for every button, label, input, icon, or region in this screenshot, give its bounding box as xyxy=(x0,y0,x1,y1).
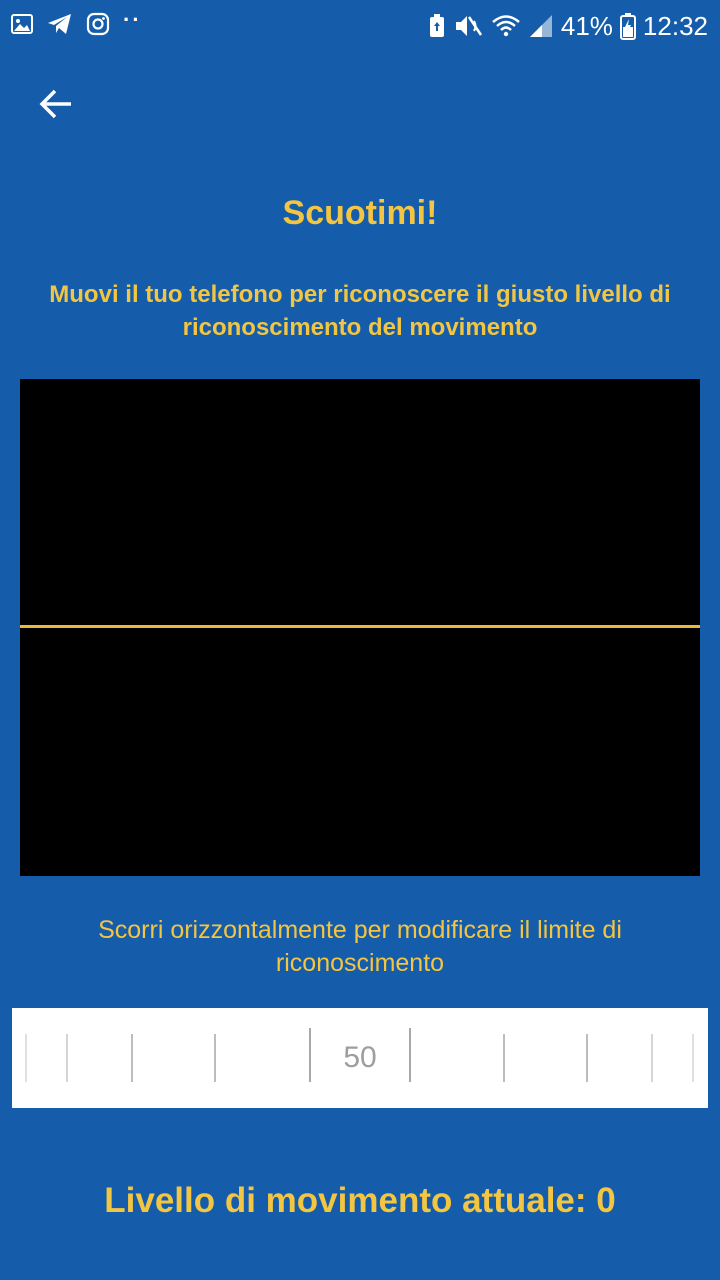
threshold-value: 50 xyxy=(343,1041,377,1074)
current-motion-level: Livello di movimento attuale: 0 xyxy=(104,1181,616,1220)
mute-icon xyxy=(454,13,484,39)
ruler-tick xyxy=(651,1034,653,1082)
ruler-tick xyxy=(692,1034,694,1082)
page-title: Scuotimi! xyxy=(282,194,438,232)
image-icon xyxy=(10,12,34,36)
wifi-icon xyxy=(491,13,521,39)
ruler-tick xyxy=(25,1034,27,1082)
back-button[interactable] xyxy=(30,80,82,132)
signal-icon xyxy=(528,13,554,39)
arrow-left-icon xyxy=(38,86,74,127)
ruler-tick xyxy=(586,1034,588,1082)
motion-graph xyxy=(20,379,700,876)
ruler-tick xyxy=(309,1028,311,1082)
motion-graph-line xyxy=(20,625,700,628)
instructions-text: Muovi il tuo telefono per riconoscere il… xyxy=(49,281,671,341)
ruler-tick xyxy=(131,1034,133,1082)
more-notifications-dots: ·· xyxy=(123,7,142,32)
battery-saver-icon xyxy=(427,13,447,39)
clock: 12:32 xyxy=(642,11,708,41)
battery-icon xyxy=(619,12,636,40)
threshold-ruler-slider[interactable]: 50 xyxy=(12,1008,708,1108)
ruler-tick xyxy=(214,1034,216,1082)
telegram-icon xyxy=(47,12,73,36)
ruler-tick xyxy=(66,1034,68,1082)
instagram-icon xyxy=(86,12,110,36)
status-bar: ·· 41% 12:32 xyxy=(0,0,720,52)
ruler-tick xyxy=(503,1034,505,1082)
battery-percent: 41% xyxy=(560,11,613,41)
system-icons: 41% 12:32 xyxy=(420,10,708,42)
ruler-tick xyxy=(409,1028,411,1082)
threshold-hint: Scorri orizzontalmente per modificare il… xyxy=(98,916,622,977)
notification-icons: ·· xyxy=(10,7,155,36)
